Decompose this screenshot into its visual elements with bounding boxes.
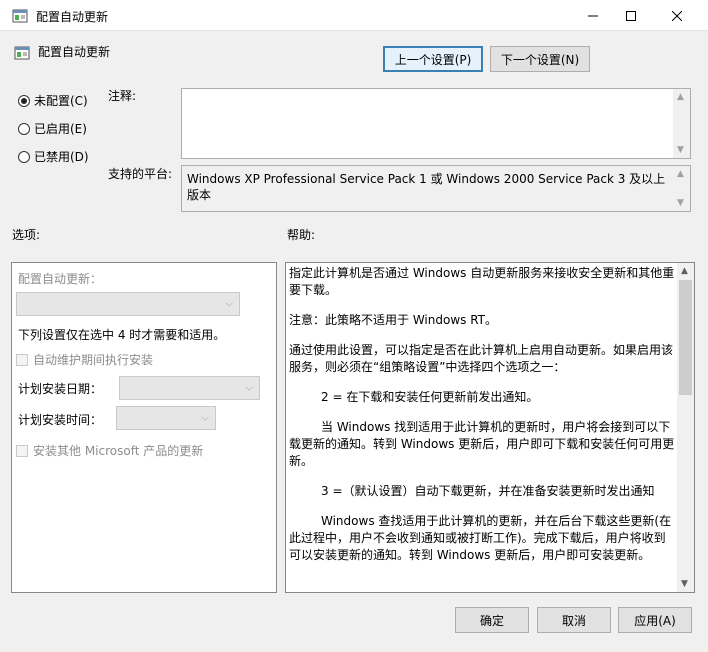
- scroll-up-icon[interactable]: ▲: [677, 169, 684, 179]
- help-panel: 指定此计算机是否通过 Windows 自动更新服务来接收安全更新和其他重要下载。…: [285, 262, 695, 593]
- help-paragraph: 注意：此策略不适用于 Windows RT。: [289, 313, 497, 327]
- install-day-label: 计划安装日期：: [18, 382, 103, 396]
- platform-label: 支持的平台:: [108, 167, 173, 181]
- checkbox-label: 安装其他 Microsoft 产品的更新: [33, 444, 204, 458]
- policy-icon: [12, 9, 28, 23]
- maximize-button[interactable]: [608, 0, 654, 31]
- checkbox-label: 自动维护期间执行安装: [33, 353, 154, 367]
- title-bar: 配置自动更新: [0, 0, 708, 31]
- options-panel: 配置自动更新： ⌵ 下列设置仅在选中 4 时才需要和适用。 自动维护期间执行安装…: [11, 262, 277, 593]
- platform-scrollbar[interactable]: ▲ ▼: [673, 166, 690, 211]
- window-title: 配置自动更新: [36, 10, 109, 24]
- cancel-button[interactable]: 取消: [537, 607, 611, 633]
- radio-enabled[interactable]: 已启用(E): [18, 120, 87, 137]
- radio-indicator: [18, 150, 30, 163]
- scroll-down-icon[interactable]: ▼: [681, 579, 688, 589]
- help-paragraph: 3 =（默认设置）自动下载更新，并在准备安装更新时发出通知: [321, 484, 655, 498]
- scroll-up-icon[interactable]: ▲: [681, 266, 688, 276]
- policy-setting-icon: [14, 46, 30, 60]
- close-button[interactable]: [654, 0, 700, 31]
- install-time-dropdown[interactable]: ⌵: [116, 406, 216, 430]
- maintenance-checkbox[interactable]: 自动维护期间执行安装: [16, 351, 153, 368]
- install-time-label: 计划安装时间：: [18, 413, 103, 427]
- platform-text: Windows XP Professional Service Pack 1 或…: [187, 172, 666, 202]
- radio-label: 已禁用(D): [34, 150, 89, 164]
- configure-label: 配置自动更新：: [18, 272, 103, 286]
- radio-label: 已启用(E): [34, 122, 87, 136]
- install-day-dropdown[interactable]: ⌵: [119, 376, 260, 400]
- help-paragraph: 当 Windows 找到适用于此计算机的更新时，用户将会接到可以下载更新的通知。…: [289, 420, 675, 468]
- checkbox-box: [16, 353, 28, 366]
- scroll-thumb[interactable]: [679, 280, 692, 395]
- chevron-down-icon: ⌵: [225, 298, 233, 310]
- help-scrollbar[interactable]: ▲ ▼: [677, 263, 694, 592]
- radio-disabled[interactable]: 已禁用(D): [18, 148, 89, 165]
- help-section-label: 帮助:: [287, 228, 316, 242]
- comment-scrollbar[interactable]: ▲ ▼: [673, 89, 690, 158]
- ok-button[interactable]: 确定: [455, 607, 529, 633]
- help-paragraph: 2 = 在下载和安装任何更新前发出通知。: [321, 390, 539, 404]
- setting-title: 配置自动更新: [38, 45, 111, 59]
- checkbox-box: [16, 444, 28, 457]
- radio-label: 未配置(C): [34, 94, 88, 108]
- scroll-down-icon[interactable]: ▼: [677, 198, 684, 208]
- comment-label: 注释:: [108, 89, 137, 103]
- help-paragraph: 通过使用此设置，可以指定是否在此计算机上启用自动更新。如果启用该服务，则必须在“…: [289, 343, 674, 374]
- configure-dropdown[interactable]: ⌵: [16, 292, 240, 316]
- help-text-container: 指定此计算机是否通过 Windows 自动更新服务来接收安全更新和其他重要下载。…: [289, 265, 675, 577]
- comment-textarea[interactable]: ▲ ▼: [181, 88, 691, 159]
- chevron-down-icon: ⌵: [245, 382, 253, 394]
- minimize-icon: [588, 15, 598, 16]
- chevron-down-icon: ⌵: [201, 412, 209, 424]
- previous-setting-button[interactable]: 上一个设置(P): [383, 46, 483, 72]
- help-paragraph: 指定此计算机是否通过 Windows 自动更新服务来接收安全更新和其他重要下载。: [289, 266, 675, 297]
- apply-button[interactable]: 应用(A): [618, 607, 692, 633]
- next-setting-button[interactable]: 下一个设置(N): [490, 46, 590, 72]
- options-section-label: 选项:: [12, 228, 41, 242]
- radio-not-configured[interactable]: 未配置(C): [18, 92, 88, 109]
- help-paragraph: Windows 查找适用于此计算机的更新，并在后台下载这些更新(在此过程中，用户…: [289, 514, 672, 562]
- scroll-up-icon[interactable]: ▲: [677, 92, 684, 102]
- radio-indicator: [18, 122, 30, 135]
- options-note: 下列设置仅在选中 4 时才需要和适用。: [18, 328, 226, 342]
- platform-box: Windows XP Professional Service Pack 1 或…: [181, 165, 691, 212]
- close-icon: [672, 10, 682, 21]
- other-products-checkbox[interactable]: 安装其他 Microsoft 产品的更新: [16, 442, 203, 459]
- scroll-down-icon[interactable]: ▼: [677, 145, 684, 155]
- maximize-icon: [626, 10, 636, 21]
- radio-indicator: [18, 94, 30, 107]
